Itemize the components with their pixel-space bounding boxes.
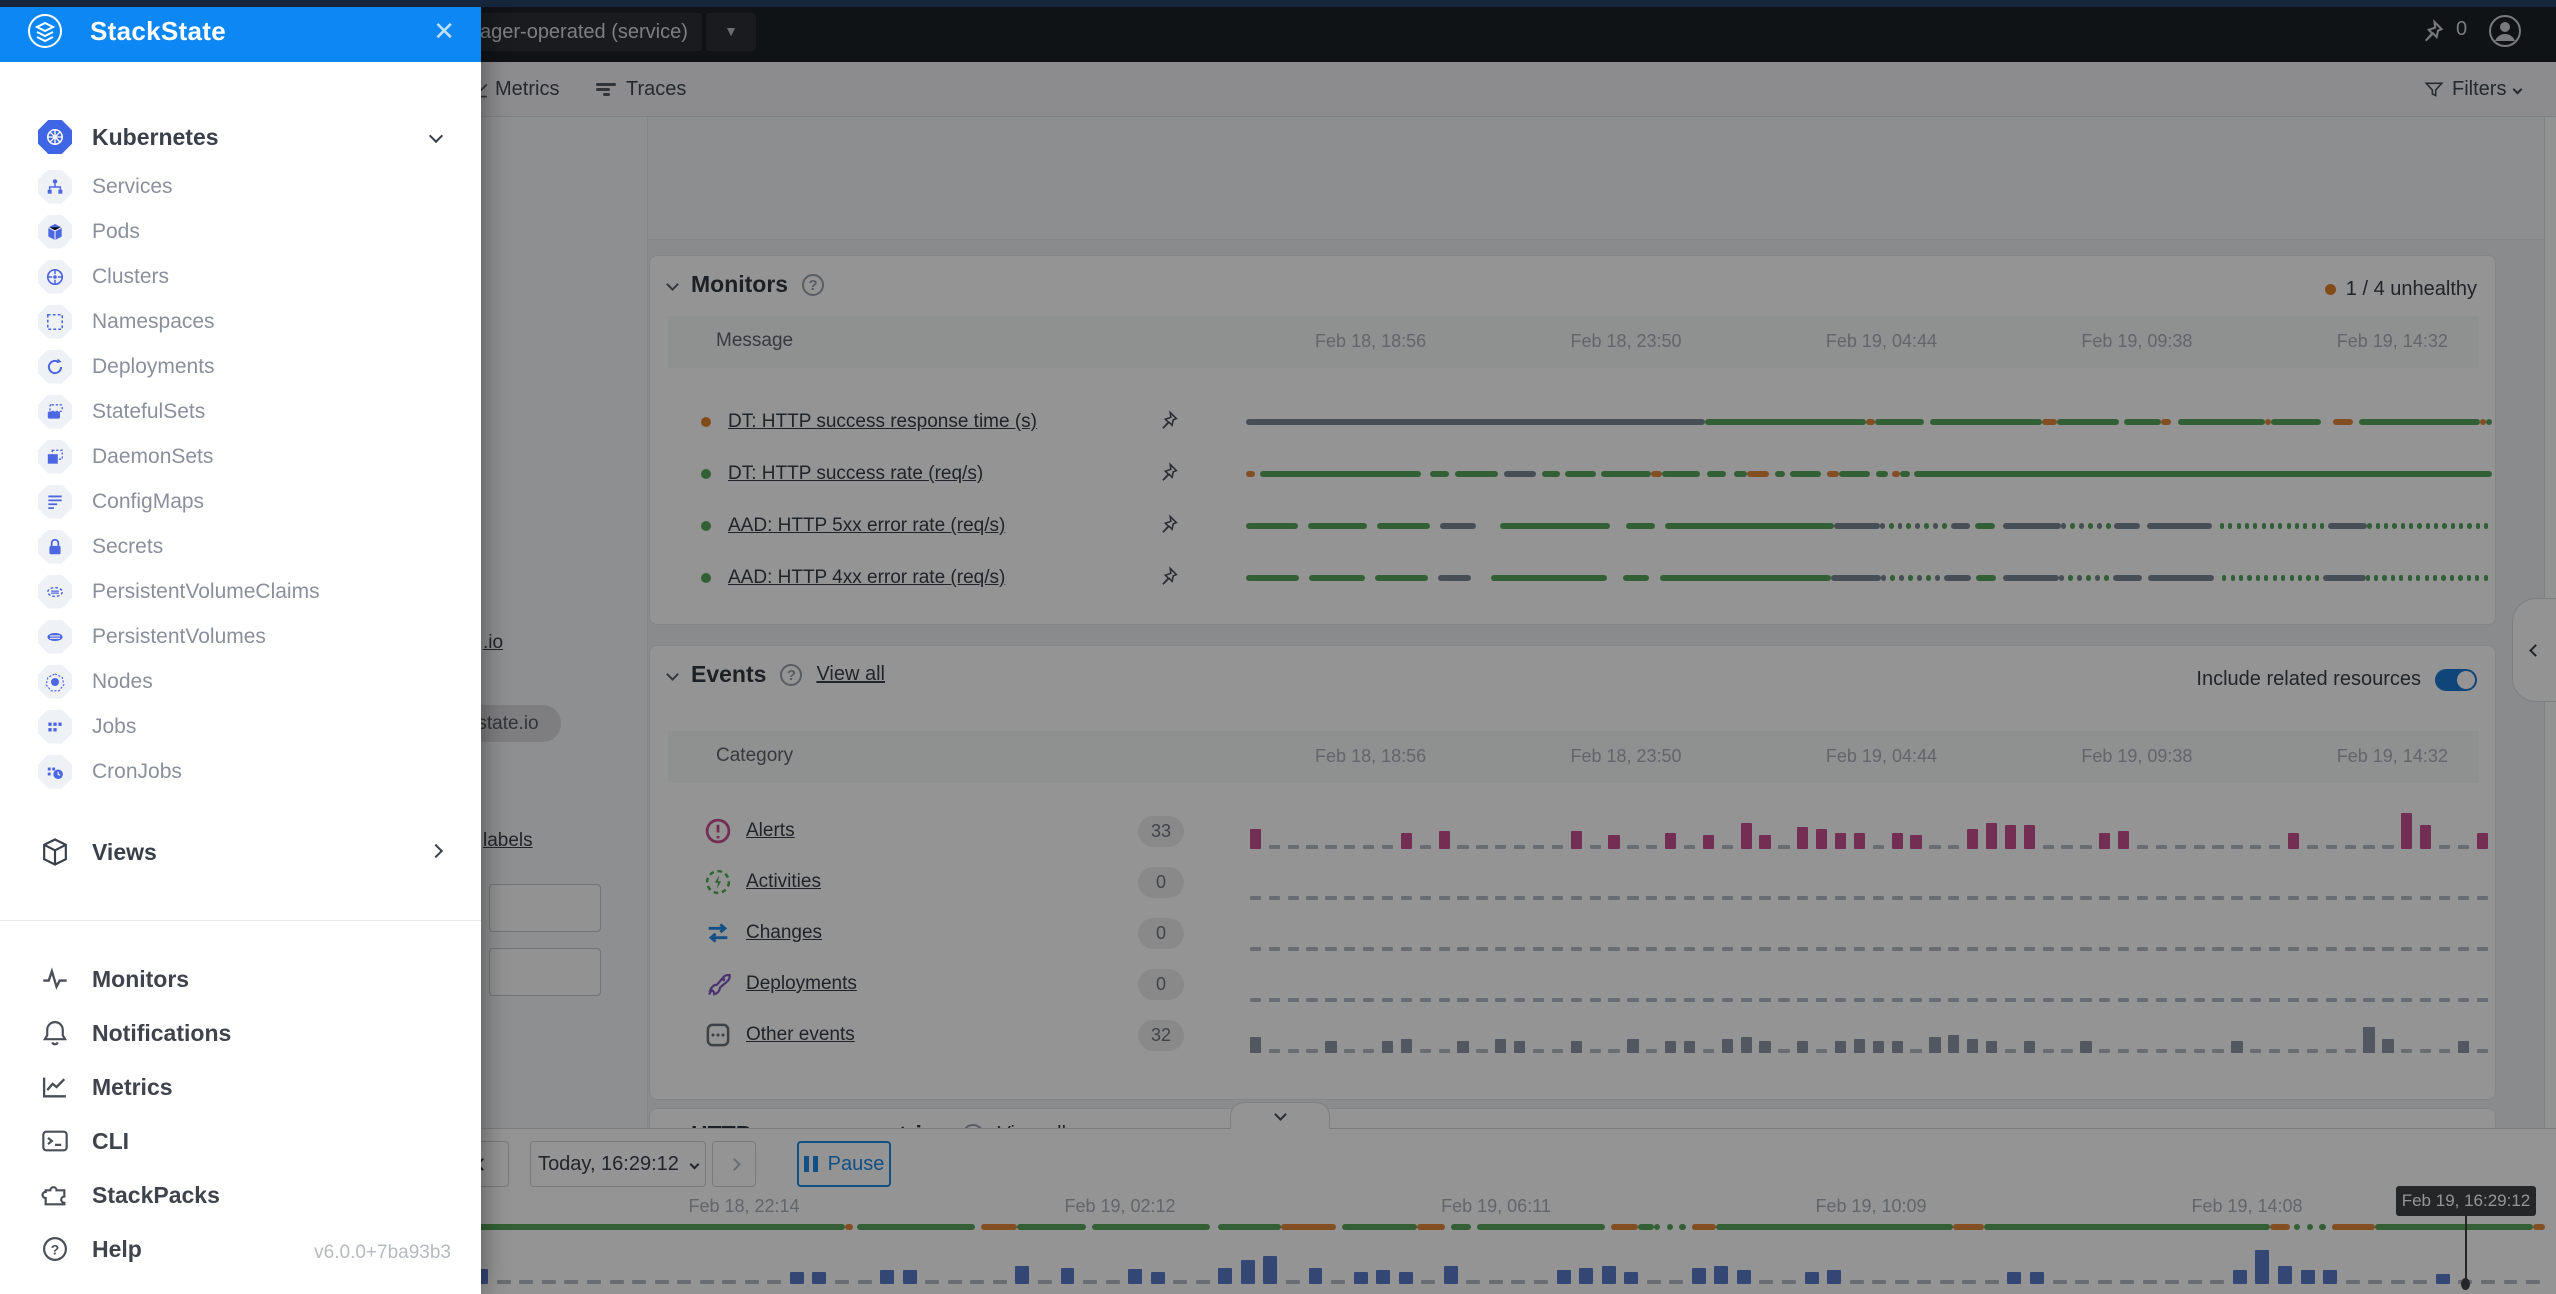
daemonsets-icon bbox=[38, 440, 72, 474]
cli-icon bbox=[40, 1126, 70, 1156]
configmaps-icon bbox=[38, 485, 72, 519]
sidebar-item-metrics[interactable]: Metrics bbox=[0, 1060, 481, 1114]
sidebar-item-cronjobs[interactable]: CronJobs bbox=[0, 749, 481, 794]
sidebar-item-label: Secrets bbox=[92, 535, 163, 559]
sidebar-item-label: StackPacks bbox=[92, 1182, 220, 1209]
sidebar-item-notifications[interactable]: Notifications bbox=[0, 1006, 481, 1060]
sidebar-item-jobs[interactable]: Jobs bbox=[0, 704, 481, 749]
close-drawer-button[interactable]: ✕ bbox=[433, 14, 455, 48]
drawer-divider bbox=[0, 920, 481, 921]
sidebar-item-secrets[interactable]: Secrets bbox=[0, 524, 481, 569]
sidebar-item-label: Services bbox=[92, 175, 173, 199]
sidebar-item-stackpacks[interactable]: StackPacks bbox=[0, 1168, 481, 1222]
sidebar-item-clusters[interactable]: Clusters bbox=[0, 254, 481, 299]
sidebar-section-kubernetes[interactable]: Kubernetes bbox=[0, 112, 481, 162]
jobs-icon bbox=[38, 710, 72, 744]
secrets-icon bbox=[38, 530, 72, 564]
sidebar-item-label: CronJobs bbox=[92, 760, 182, 784]
sidebar-item-label: Notifications bbox=[92, 1020, 231, 1047]
chevron-down-icon bbox=[429, 129, 443, 143]
svg-text:?: ? bbox=[51, 1241, 60, 1257]
sidebar-item-label: CLI bbox=[92, 1128, 129, 1155]
sidebar-item-label: Deployments bbox=[92, 355, 215, 379]
sidebar-views-label: Views bbox=[92, 839, 157, 866]
clusters-icon bbox=[38, 260, 72, 294]
sidebar-item-label: Clusters bbox=[92, 265, 169, 289]
sidebar-item-label: Help bbox=[92, 1236, 142, 1263]
sidebar-item-label: ConfigMaps bbox=[92, 490, 204, 514]
sidebar-item-monitors[interactable]: Monitors bbox=[0, 952, 481, 1006]
sidebar-item-persistentvolumes[interactable]: PersistentVolumes bbox=[0, 614, 481, 659]
sidebar-item-label: Nodes bbox=[92, 670, 153, 694]
sidebar-item-label: Monitors bbox=[92, 966, 189, 993]
sidebar-item-label: PersistentVolumes bbox=[92, 625, 266, 649]
sidebar-item-label: Jobs bbox=[92, 715, 136, 739]
sidebar-item-services[interactable]: Services bbox=[0, 164, 481, 209]
sidebar-item-label: PersistentVolumeClaims bbox=[92, 580, 320, 604]
statefulsets-icon bbox=[38, 395, 72, 429]
sidebar-item-label: Metrics bbox=[92, 1074, 173, 1101]
sidebar-item-label: Pods bbox=[92, 220, 140, 244]
drawer-title: StackState bbox=[90, 16, 226, 47]
views-cube-icon bbox=[38, 835, 72, 869]
services-icon bbox=[38, 170, 72, 204]
metrics-icon bbox=[40, 1072, 70, 1102]
pods-icon bbox=[38, 215, 72, 249]
sidebar-item-persistentvolumeclaims[interactable]: PersistentVolumeClaims bbox=[0, 569, 481, 614]
sidebar-item-daemonsets[interactable]: DaemonSets bbox=[0, 434, 481, 479]
sidebar-item-namespaces[interactable]: Namespaces bbox=[0, 299, 481, 344]
sidebar-kubernetes-label: Kubernetes bbox=[92, 124, 219, 151]
sidebar-item-deployments[interactable]: Deployments bbox=[0, 344, 481, 389]
kubernetes-icon bbox=[38, 120, 72, 154]
sidebar-item-nodes[interactable]: Nodes bbox=[0, 659, 481, 704]
pv-icon bbox=[38, 620, 72, 654]
cronjobs-icon bbox=[38, 755, 72, 789]
deployments-icon bbox=[38, 350, 72, 384]
stackstate-logo bbox=[28, 14, 62, 48]
drawer-header: StackState ✕ bbox=[0, 0, 481, 62]
sidebar-item-label: StatefulSets bbox=[92, 400, 205, 424]
sidebar-item-cli[interactable]: CLI bbox=[0, 1114, 481, 1168]
stackstate-app: ager-operated (service) ▼ 0 Metrics bbox=[0, 0, 2556, 1294]
notifications-icon bbox=[40, 1018, 70, 1048]
sidebar-item-configmaps[interactable]: ConfigMaps bbox=[0, 479, 481, 524]
help-icon: ? bbox=[40, 1234, 70, 1264]
app-version: v6.0.0+7ba93b3 bbox=[314, 1242, 451, 1264]
sidebar-item-pods[interactable]: Pods bbox=[0, 209, 481, 254]
sidebar-item-label: Namespaces bbox=[92, 310, 215, 334]
sidebar-item-label: DaemonSets bbox=[92, 445, 213, 469]
sidebar-item-statefulsets[interactable]: StatefulSets bbox=[0, 389, 481, 434]
chevron-right-icon bbox=[429, 844, 443, 858]
browser-top-strip bbox=[0, 0, 2556, 7]
main-menu-drawer: StackState ✕ Kubernetes Services Pods Clus… bbox=[0, 0, 481, 1294]
sidebar-section-views[interactable]: Views bbox=[0, 827, 481, 877]
pvc-icon bbox=[38, 575, 72, 609]
stackpacks-icon bbox=[40, 1180, 70, 1210]
nodes-icon bbox=[38, 665, 72, 699]
monitors-icon bbox=[40, 964, 70, 994]
namespaces-icon bbox=[38, 305, 72, 339]
